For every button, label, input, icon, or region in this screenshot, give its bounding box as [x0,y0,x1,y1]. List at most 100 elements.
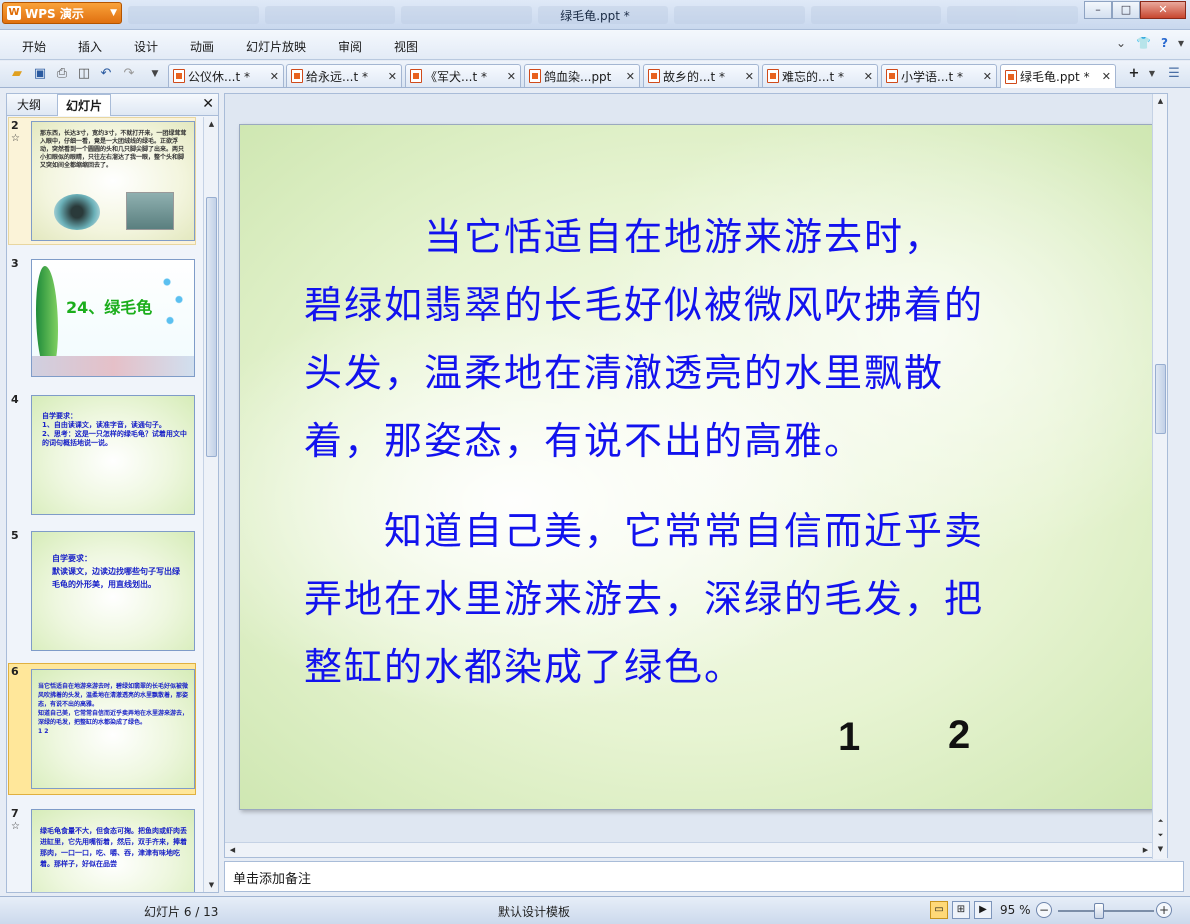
close-icon[interactable]: ✕ [202,96,214,112]
slide-sorter-view-icon[interactable]: ⊞ [952,901,970,919]
horizontal-scrollbar[interactable]: ◀ ▶ [225,842,1153,857]
thumbnail-title: 24、绿毛龟 [66,298,153,317]
menu-slideshow[interactable]: 幻灯片放映 [246,38,306,55]
chevron-down-icon[interactable]: ⌄ [1116,36,1126,50]
close-window-button[interactable]: ✕ [1140,1,1186,19]
print-preview-icon[interactable]: ◫ [76,66,92,82]
doc-tab-label: 给永远...t * [306,69,368,84]
open-folder-icon[interactable]: ▰ [9,66,25,82]
zoom-in-icon[interactable]: + [1156,902,1172,918]
menu-animation[interactable]: 动画 [190,38,214,55]
scrollbar-thumb[interactable] [1155,364,1166,434]
window-controls: – □ ✕ [1084,1,1186,19]
doc-tab-5[interactable]: 故乡的...t * ✕ [643,64,759,87]
thumbnail-list: 2 ☆ 那东西，长达3寸，宽约3寸，不就打开来，一团绿茸茸入眼中，仔细一看，竟是… [7,117,203,892]
close-icon[interactable]: ✕ [270,70,279,83]
zoom-slider-track[interactable] [1058,910,1154,912]
doc-tab-label: 小学语...t * [901,69,963,84]
slide-number: 2 [11,119,19,132]
tab-outline[interactable]: 大纲 [9,94,49,116]
thumbnail-slide-4[interactable]: 4 自学要求： 1、自由读课文，读准字音，读通句子。 2、思考：这是一只怎样的绿… [11,391,201,519]
close-icon[interactable]: ✕ [1102,70,1111,83]
doc-tab-2[interactable]: 给永远...t * ✕ [286,64,402,87]
print-icon[interactable]: ⎙ [54,66,70,82]
scroll-up-icon[interactable]: ▲ [1153,94,1168,108]
tab-list-icon[interactable]: ☰ [1166,66,1182,82]
zoom-level: 95 % [1000,903,1031,917]
thumbnail-scrollbar[interactable]: ▲ ▼ [203,117,218,892]
new-tab-icon[interactable]: + [1126,66,1142,82]
redo-icon[interactable]: ↷ [121,66,137,82]
previous-slide-icon[interactable]: ⏶ [1153,814,1168,828]
panel-tabs: 大纲 幻灯片 ✕ [7,94,218,116]
scroll-right-icon[interactable]: ▶ [1138,843,1153,857]
notes-pane[interactable]: 单击添加备注 [224,861,1184,892]
ppt-file-icon [529,69,541,83]
marker-2[interactable]: 2 [948,713,970,758]
ppt-file-icon [410,69,422,83]
maximize-button[interactable]: □ [1112,1,1140,19]
current-slide[interactable]: 当它恬适自在地游来游去时， 碧绿如翡翠的长毛好似被微风吹拂着的 头发，温柔地在清… [239,124,1153,810]
quick-toolbar: ▰ ▣ ⎙ ◫ ↶ ↷ ▼ 公仪休...t * ✕ 给永远...t * ✕ 《军… [0,61,1190,88]
thumbnail-slide-2[interactable]: 2 ☆ 那东西，长达3寸，宽约3寸，不就打开来，一团绿茸茸入眼中，仔细一看，竟是… [8,117,201,247]
close-icon[interactable]: ✕ [864,70,873,83]
doc-tab-7[interactable]: 小学语...t * ✕ [881,64,997,87]
doc-tab-label: 难忘的...t * [782,69,844,84]
skin-icon[interactable]: 👕 [1136,36,1151,50]
ppt-file-icon [1005,69,1017,84]
close-icon[interactable]: ✕ [507,70,516,83]
tab-slides[interactable]: 幻灯片 [57,94,112,116]
status-bar: 幻灯片 6 / 13 默认设计模板 ▭ ⊞ ▶ 95 % − + [0,896,1190,924]
menu-insert[interactable]: 插入 [78,38,102,55]
chevron-down-icon[interactable]: ▾ [1178,36,1184,50]
bubbles-graphic [158,268,188,338]
scroll-down-icon[interactable]: ▼ [204,878,219,892]
slide-line: 头发，温柔地在清澈透亮的水里飘散 [304,351,945,395]
close-icon[interactable]: ✕ [388,70,397,83]
thumbnail-slide-5[interactable]: 5 自学要求： 默读课文，边读边找哪些句子写出绿毛龟的外形美，用直线划出。 [11,527,201,655]
ppt-file-icon [648,69,660,83]
save-icon[interactable]: ▣ [32,66,48,82]
thumbnail-text: 绿毛龟食量不大，但食态可掬。把鱼肉或虾肉丢进缸里，它先用嘴衔着，然后，双手齐来，… [40,827,187,868]
minimize-button[interactable]: – [1084,1,1112,19]
thumbnail-slide-6-selected[interactable]: 6 当它恬适自在地游来游去时，碧绿如翡翠的长毛好似被微风吹拂着的头发，温柔地在清… [8,663,201,797]
scroll-down-icon[interactable]: ▼ [1153,842,1168,856]
doc-tab-1[interactable]: 公仪休...t * ✕ [168,64,284,87]
menu-view[interactable]: 视图 [394,38,418,55]
slideshow-view-icon[interactable]: ▶ [974,901,992,919]
thumbnail-slide-7[interactable]: 7 ☆ 绿毛龟食量不大，但食态可掬。把鱼肉或虾肉丢进缸里，它先用嘴衔着，然后，双… [11,805,201,892]
window-title: 绿毛龟.ppt * [560,9,630,23]
seabed-graphic [32,356,194,376]
scroll-left-icon[interactable]: ◀ [225,843,240,857]
help-icon[interactable]: ? [1161,36,1168,50]
doc-tab-active[interactable]: 绿毛龟.ppt * ✕ [1000,64,1116,88]
doc-tab-3[interactable]: 《军犬...t * ✕ [405,64,521,87]
vertical-scrollbar[interactable]: ▲ ⏶ ⏷ ▼ [1152,94,1167,859]
thumbnail-text: 自学要求： 1、自由读课文，读准字音，读通句子。 2、思考：这是一只怎样的绿毛龟… [42,412,187,447]
menu-design[interactable]: 设计 [134,38,158,55]
doc-tab-4[interactable]: 鸽血染...ppt ✕ [524,64,640,87]
menu-review[interactable]: 审阅 [338,38,362,55]
thumbnail-text: 当它恬适自在地游来游去时，碧绿如翡翠的长毛好似被微风吹拂着的头发，温柔地在清澈透… [38,683,189,735]
scroll-up-icon[interactable]: ▲ [204,117,219,131]
doc-tab-6[interactable]: 难忘的...t * ✕ [762,64,878,87]
slide-paragraph-1[interactable]: 当它恬适自在地游来游去时， 碧绿如翡翠的长毛好似被微风吹拂着的 头发，温柔地在清… [304,203,1104,475]
close-icon[interactable]: ✕ [626,70,635,83]
thumbnail-slide-3[interactable]: 3 24、绿毛龟 [11,255,201,381]
thumbnail-image: 那东西，长达3寸，宽约3寸，不就打开来，一团绿茸茸入眼中，仔细一看，竟是一大团绒… [31,121,195,241]
next-slide-icon[interactable]: ⏷ [1153,828,1168,842]
menu-home[interactable]: 开始 [22,38,46,55]
doc-tab-label: 公仪休...t * [188,69,250,84]
normal-view-icon[interactable]: ▭ [930,901,948,919]
chevron-down-icon[interactable]: ▼ [1144,66,1160,82]
close-icon[interactable]: ✕ [745,70,754,83]
zoom-out-icon[interactable]: − [1036,902,1052,918]
scrollbar-thumb[interactable] [206,197,217,457]
slide-paragraph-2[interactable]: 知道自己美，它常常自信而近乎卖 弄地在水里游来游去，深绿的毛发，把 整缸的水都染… [304,497,1104,701]
animation-star-icon: ☆ [11,133,20,144]
marker-1[interactable]: 1 [838,715,860,760]
close-icon[interactable]: ✕ [983,70,992,83]
customize-toolbar-icon[interactable]: ▼ [147,66,163,82]
undo-icon[interactable]: ↶ [98,66,114,82]
zoom-slider-knob[interactable] [1094,903,1104,919]
